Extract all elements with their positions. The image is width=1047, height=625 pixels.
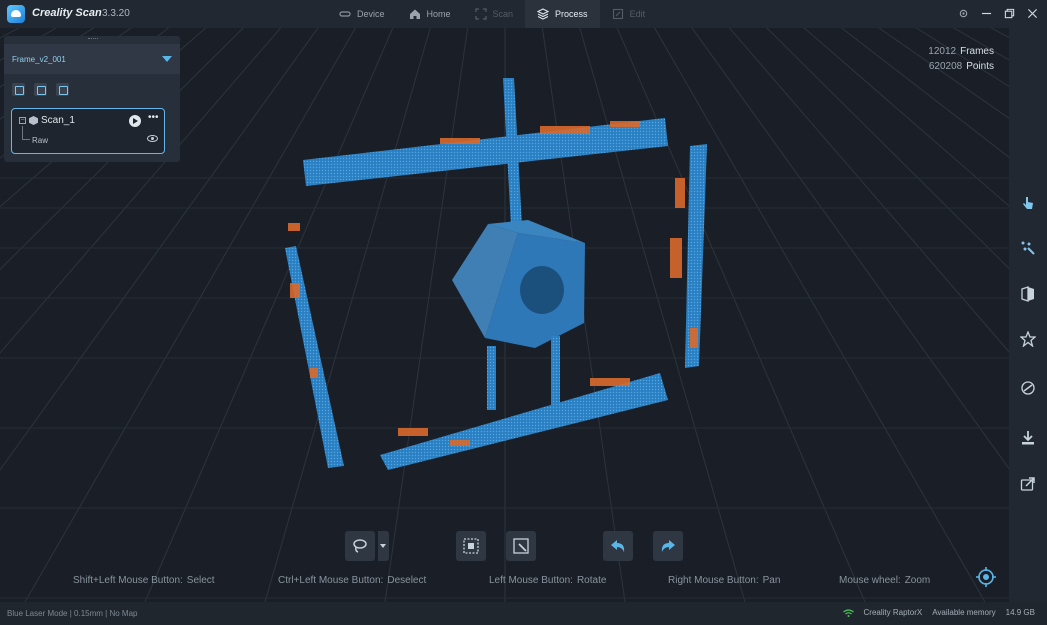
app-version: 3.3.20 xyxy=(102,8,130,19)
tab-edit[interactable]: Edit xyxy=(600,0,658,28)
redo-button[interactable] xyxy=(653,531,683,561)
play-icon[interactable] xyxy=(129,115,141,127)
scan-icon xyxy=(474,8,487,20)
right-toolbar xyxy=(1009,28,1047,602)
tree-connector xyxy=(22,126,30,140)
memory-value: 14.9 GB xyxy=(1005,608,1035,617)
left-rail xyxy=(285,246,344,468)
hint-select-key: Shift+Left Mouse Button: xyxy=(73,575,183,586)
hint-pan-key: Right Mouse Button: xyxy=(668,575,759,586)
edit-icon xyxy=(612,8,623,20)
star-icon[interactable] xyxy=(1019,330,1037,348)
chevron-down-icon xyxy=(162,56,172,62)
app-logo-icon xyxy=(7,5,25,23)
hint-rotate-key: Left Mouse Button: xyxy=(489,575,573,586)
frame-dropdown[interactable]: Frame_v2_001 xyxy=(4,44,180,74)
device-icon xyxy=(339,11,351,17)
window-controls xyxy=(956,6,1039,20)
lasso-icon xyxy=(353,539,367,553)
frames-count: 12012 xyxy=(928,46,957,57)
lasso-select-button[interactable] xyxy=(345,531,375,561)
hint-zoom: Mouse wheel: Zoom xyxy=(839,575,930,586)
wifi-icon xyxy=(842,608,854,617)
title-bar: Creality Scan 3.3.20 Device Home Scan Pr… xyxy=(0,0,1047,28)
undo-icon xyxy=(611,540,625,552)
scan-object-icon xyxy=(29,116,38,125)
download-icon[interactable] xyxy=(1020,430,1036,446)
mesh-icon[interactable] xyxy=(1020,286,1036,302)
layers-icon xyxy=(537,8,550,20)
leg-right xyxy=(551,336,560,406)
tab-scan-label: Scan xyxy=(492,9,514,19)
select-all-icon xyxy=(463,538,479,554)
device-status: Creality RaptorX Available memory 14.9 G… xyxy=(842,608,1035,617)
hint-pan-value: Pan xyxy=(762,575,781,586)
collapse-toggle-icon[interactable]: − xyxy=(19,117,26,124)
tab-process-label: Process xyxy=(555,9,588,19)
texture-palette-icon[interactable] xyxy=(1020,380,1036,396)
memory-label: Available memory xyxy=(932,608,996,617)
main-nav: Device Home Scan Process Edit xyxy=(327,0,657,28)
panel-drag-handle[interactable] xyxy=(88,38,98,41)
leg-left xyxy=(487,346,496,410)
hint-select: Shift+Left Mouse Button: Select xyxy=(73,575,215,586)
tab-scan[interactable]: Scan xyxy=(463,0,526,28)
top-rail xyxy=(303,118,668,186)
scan-mode-status: Blue Laser Mode | 0.15mm | No Map xyxy=(7,609,138,618)
select-all-button[interactable] xyxy=(456,531,486,561)
invert-selection-button[interactable] xyxy=(506,531,536,561)
scan-list-panel: Frame_v2_001 − Scan_1 ••• Raw xyxy=(4,36,180,162)
folder-icon[interactable] xyxy=(34,83,47,96)
laser-mode: Blue Laser Mode xyxy=(7,609,68,618)
hint-rotate: Left Mouse Button: Rotate xyxy=(489,575,606,586)
cube-hole xyxy=(520,266,564,314)
map-status: No Map xyxy=(109,609,138,618)
frames-label: Frames xyxy=(960,46,994,57)
tab-device[interactable]: Device xyxy=(327,0,397,28)
app-name: Creality Scan xyxy=(32,7,102,19)
invert-selection-icon xyxy=(513,538,529,554)
points-count: 620208 xyxy=(928,61,963,72)
scan-stats: 12012 Frames 620208 Points xyxy=(928,44,994,74)
visibility-eye-icon[interactable] xyxy=(147,135,158,142)
panel-toolbar xyxy=(12,83,69,96)
document-icon[interactable] xyxy=(56,83,69,96)
tab-home-label: Home xyxy=(426,9,451,19)
status-bar: Blue Laser Mode | 0.15mm | No Map Creali… xyxy=(0,602,1047,625)
add-scan-icon[interactable] xyxy=(12,83,25,96)
hint-deselect-value: Deselect xyxy=(387,575,427,586)
settings-icon[interactable] xyxy=(956,6,970,20)
tab-process[interactable]: Process xyxy=(525,0,600,28)
hint-zoom-value: Zoom xyxy=(904,575,931,586)
hint-select-value: Select xyxy=(186,575,215,586)
undo-button[interactable] xyxy=(603,531,633,561)
share-export-icon[interactable] xyxy=(1020,476,1036,492)
minimize-icon[interactable] xyxy=(979,6,993,20)
redo-icon xyxy=(661,540,675,552)
scan-item[interactable]: − Scan_1 ••• Raw xyxy=(11,108,165,154)
magic-points-icon[interactable] xyxy=(1020,240,1036,256)
restore-icon[interactable] xyxy=(1002,6,1016,20)
hint-rotate-value: Rotate xyxy=(576,575,607,586)
hint-zoom-key: Mouse wheel: xyxy=(839,575,901,586)
points-label: Points xyxy=(966,61,994,72)
home-icon xyxy=(409,9,420,19)
close-icon[interactable] xyxy=(1025,6,1039,20)
hint-pan: Right Mouse Button: Pan xyxy=(668,575,780,586)
hint-deselect: Ctrl+Left Mouse Button: Deselect xyxy=(278,575,426,586)
resolution: 0.15mm xyxy=(74,609,103,618)
tab-device-label: Device xyxy=(357,9,385,19)
recenter-view-icon[interactable] xyxy=(975,566,997,588)
bottom-rail xyxy=(380,373,668,470)
tab-edit-label: Edit xyxy=(629,9,646,19)
raw-data-label: Raw xyxy=(32,136,49,145)
select-mode-dropdown[interactable] xyxy=(378,531,389,561)
scan-name: Scan_1 xyxy=(41,115,75,126)
frame-dropdown-value: Frame_v2_001 xyxy=(12,54,66,64)
touch-select-icon[interactable] xyxy=(1020,195,1036,211)
hint-deselect-key: Ctrl+Left Mouse Button: xyxy=(278,575,384,586)
tab-home[interactable]: Home xyxy=(397,0,463,28)
more-options-icon[interactable]: ••• xyxy=(148,112,159,123)
device-name: Creality RaptorX xyxy=(863,608,923,617)
